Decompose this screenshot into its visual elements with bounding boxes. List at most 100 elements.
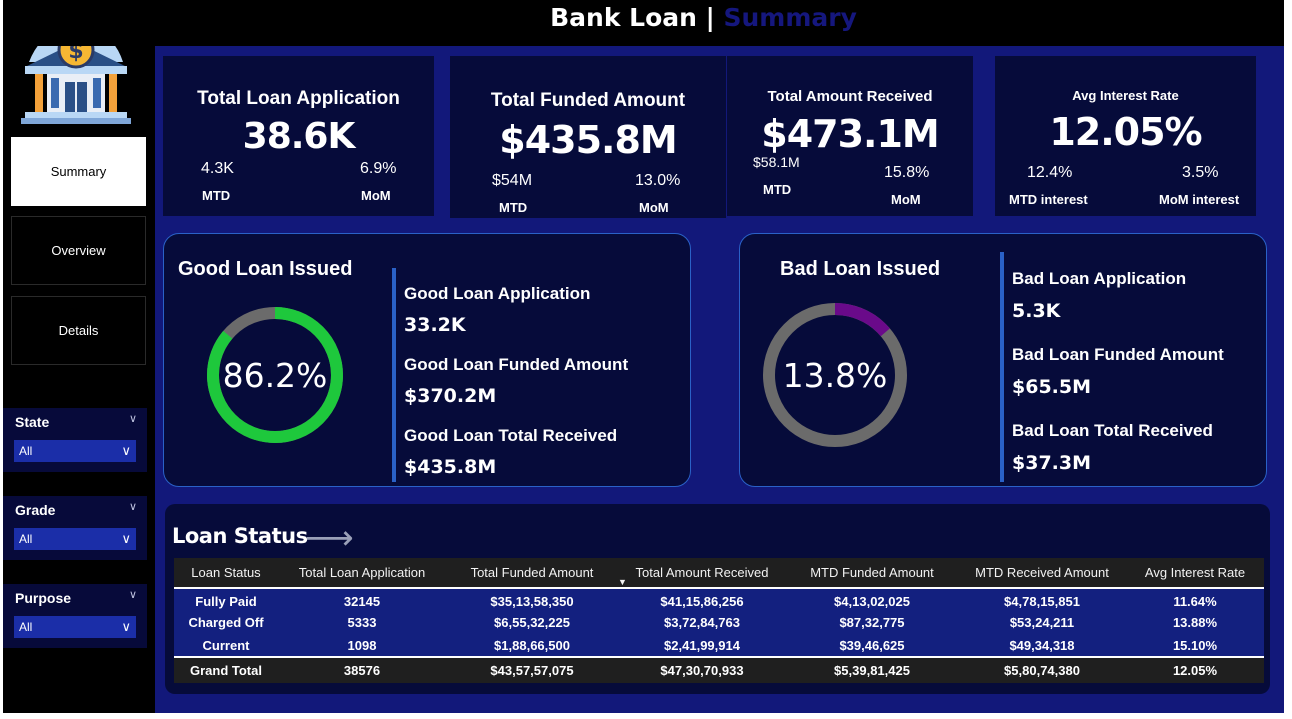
table-cell: Current [202,637,250,653]
metric-value: $435.8M [404,456,497,478]
column-header[interactable]: Total Loan Application [278,558,446,589]
column-header[interactable]: Total Funded Amount [446,558,618,589]
kpi-value: 12.05% [1049,110,1202,154]
table-cell: $1,88,66,500 [494,637,570,653]
column-header-label: Total Amount Received [635,565,769,580]
column-header-sorted[interactable]: ▼ Total Amount Received [618,558,786,589]
table-cell: 5333 [347,615,377,630]
grade-filter: Grade ∨ All ∨ [3,496,147,560]
purpose-filter-label: Purpose [15,590,72,606]
state-filter-label: State [15,414,50,430]
divider [1000,252,1004,482]
table-cell: $41,15,86,256 [660,594,744,609]
table-cell: $2,41,99,914 [664,637,740,653]
column-header[interactable]: Loan Status [174,558,278,589]
column-header[interactable]: Avg Interest Rate [1126,558,1264,589]
purpose-dropdown-value: All [19,620,33,634]
good-loan-title: Good Loan Issued [178,258,353,280]
state-dropdown-value: All [19,444,33,458]
table-cell: 32145 [343,594,381,609]
table-cell: $47,30,70,933 [660,663,744,678]
good-loan-panel: Good Loan Issued 86.2% Good Loan Applica… [163,233,691,487]
loan-status-table: Loan Status Total Loan Application Total… [174,558,1264,683]
kpi-mom-label: MoM [361,188,391,203]
table-cell: 12.05% [1172,663,1218,678]
kpi-mom-value: 6.9% [360,160,397,177]
column-header[interactable]: MTD Funded Amount [786,558,958,589]
purpose-dropdown[interactable]: All ∨ [14,616,136,638]
kpi-title: Total Funded Amount [490,90,686,111]
kpi-avg-interest-rate: Avg Interest Rate 12.05% 12.4% MTD inter… [995,56,1256,216]
table-cell: 13.88% [1172,615,1218,630]
table-cell: Grand Total [190,663,262,678]
kpi-mtd-label: MTD interest [1009,192,1088,207]
kpi-mtd-value: 4.3K [201,160,234,177]
table-cell: Fully Paid [195,594,257,609]
chevron-down-icon: ∨ [121,619,131,634]
kpi-mtd-label: MTD [763,182,792,197]
kpi-mom-label: MoM [891,192,921,207]
loan-status-title: Loan Status [172,524,308,548]
nav-overview-button[interactable]: Overview [11,216,146,285]
chevron-down-icon: ∨ [121,531,131,546]
sort-descending-icon: ▼ [618,577,627,587]
good-loan-donut: 86.2% [202,302,348,448]
kpi-total-funded-amount: Total Funded Amount $435.8M $54M MTD 13.… [450,56,726,218]
table-cell: 38576 [343,663,381,678]
main-canvas: Total Loan Application 38.6K 4.3K MTD 6.… [155,46,1284,713]
kpi-mom-label: MoM interest [1159,192,1240,207]
metric-label: Good Loan Total Received [404,426,618,445]
kpi-mtd-label: MTD [499,200,528,215]
metric-value: $370.2M [404,385,497,407]
bad-loan-donut: 13.8% [762,302,908,448]
table-cell: $35,13,58,350 [490,594,574,609]
kpi-value: $435.8M [499,118,677,162]
table-header-row: Loan Status Total Loan Application Total… [174,558,1264,589]
nav-details-button[interactable]: Details [11,296,146,365]
kpi-title: Total Loan Application [197,88,400,109]
page-title-separator: | [705,3,715,32]
table-row: Charged Off 5333 $6,55,32,225 $3,72,84,7… [174,611,1264,634]
grade-dropdown-value: All [19,532,33,546]
table-cell: $53,24,211 [1009,615,1075,630]
page-title-sub: Summary [723,3,857,32]
table-cell: $4,13,02,025 [834,594,910,609]
kpi-mtd-value: $54M [492,172,533,189]
kpi-mom-value: 13.0% [635,172,681,189]
table-row: Current 1098 $1,88,66,500 $2,41,99,914 $… [174,634,1264,657]
table-total-row: Grand Total 38576 $43,57,57,075 $47,30,7… [174,657,1264,683]
chevron-down-icon[interactable]: ∨ [129,588,137,601]
kpi-value: $473.1M [761,112,939,156]
grade-filter-label: Grade [15,502,56,518]
title-bar: Bank Loan | Summary [3,0,1284,46]
chevron-down-icon[interactable]: ∨ [129,412,137,425]
kpi-mtd-value: 12.4% [1027,164,1073,181]
arrow-right-icon[interactable]: ⟶ [305,518,354,558]
metric-value: $65.5M [1012,376,1092,398]
kpi-title: Total Amount Received [767,88,933,105]
chevron-down-icon: ∨ [121,443,131,458]
table-cell: Charged Off [188,615,264,630]
chevron-down-icon[interactable]: ∨ [129,500,137,513]
table-cell: $43,57,57,075 [490,663,574,678]
table-cell: $4,78,15,851 [1004,594,1080,609]
metric-label: Bad Loan Funded Amount [1012,345,1224,364]
nav-summary-button[interactable]: Summary [11,137,146,206]
state-dropdown[interactable]: All ∨ [14,440,136,462]
kpi-mtd-label: MTD [202,188,231,203]
page-title-main: Bank Loan [550,3,697,32]
table-cell: $3,72,84,763 [664,615,740,630]
metric-value: 5.3K [1012,300,1061,322]
metric-value: 33.2K [404,314,466,336]
metric-label: Bad Loan Application [1012,269,1187,288]
metric-label: Good Loan Application [404,284,591,303]
bad-loan-percent: 13.8% [782,355,888,395]
bad-loan-panel: Bad Loan Issued 13.8% Bad Loan Applicati… [739,233,1267,487]
table-cell: $5,80,74,380 [1004,663,1080,678]
metric-label: Good Loan Funded Amount [404,355,629,374]
divider [392,268,396,482]
grade-dropdown[interactable]: All ∨ [14,528,136,550]
table-cell: $87,32,775 [839,615,905,630]
column-header[interactable]: MTD Received Amount [958,558,1126,589]
metric-label: Bad Loan Total Received [1012,421,1213,440]
